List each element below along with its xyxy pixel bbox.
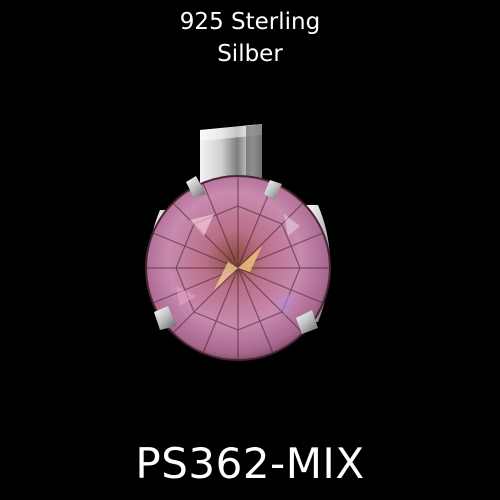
product-code: PS362-MIX xyxy=(135,439,365,488)
product-photo: 925 Sterling Silber PS362-MIX xyxy=(0,0,500,500)
pendant-image xyxy=(145,124,331,361)
